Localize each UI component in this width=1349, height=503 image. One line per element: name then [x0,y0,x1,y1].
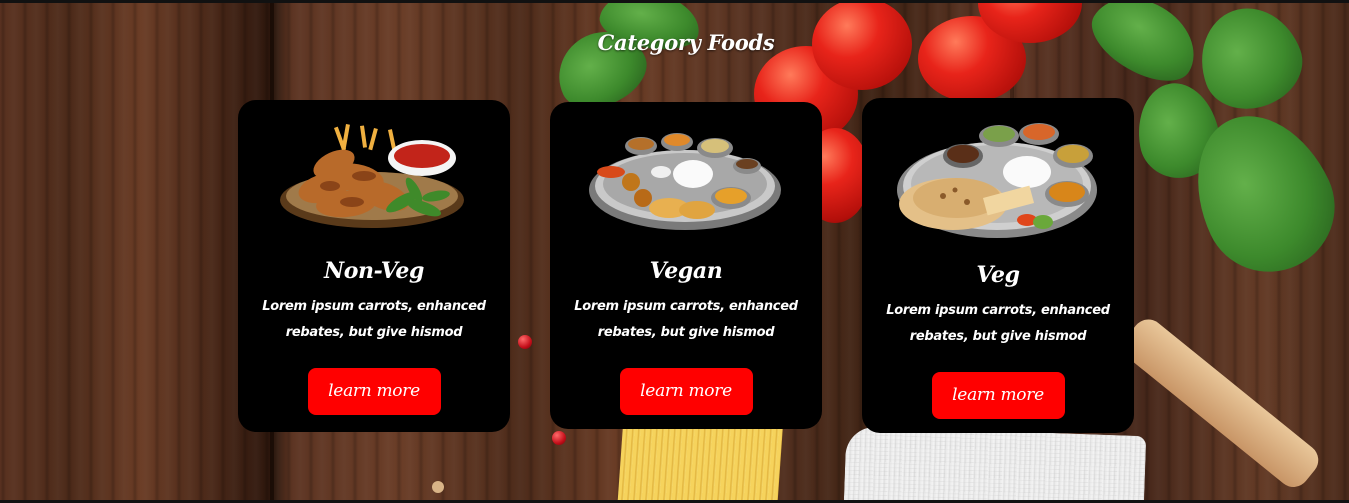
category-card-veg: Veg Lorem ipsum carrots, enhanced rebate… [862,98,1134,433]
learn-more-button[interactable]: learn more [931,372,1065,419]
card-description: Lorem ipsum carrots, enhanced rebates, b… [886,303,1110,344]
learn-more-button[interactable]: learn more [307,368,441,415]
card-description: Lorem ipsum carrots, enhanced rebates, b… [262,299,486,340]
chicken-wings-icon [280,123,464,228]
card-title: Veg [976,262,1020,288]
category-foods-page: Category Foods Non-Veg Lorem ipsum carro… [0,0,1349,503]
category-card-non-veg: Non-Veg Lorem ipsum carrots, enhanced re… [238,100,510,432]
card-title: Non-Veg [324,258,424,284]
veg-thali-image [893,98,1103,246]
non-veg-plate-image [274,100,474,240]
card-description: Lorem ipsum carrots, enhanced rebates, b… [574,299,798,340]
category-card-vegan: Vegan Lorem ipsum carrots, enhanced reba… [550,102,822,429]
tomato-decoration [812,3,912,90]
thali-plate-icon [589,133,781,230]
learn-more-button[interactable]: learn more [619,368,753,415]
cloth-napkin-decoration [843,425,1147,500]
section-title: Category Foods [597,30,775,55]
pasta-decoration [617,428,783,500]
peppercorn-decoration [518,335,532,349]
card-title: Vegan [649,258,723,284]
vegan-thali-image [581,102,791,238]
thali-plate-icon [897,123,1097,238]
peppercorn-decoration [432,481,444,493]
peppercorn-decoration [552,431,566,445]
